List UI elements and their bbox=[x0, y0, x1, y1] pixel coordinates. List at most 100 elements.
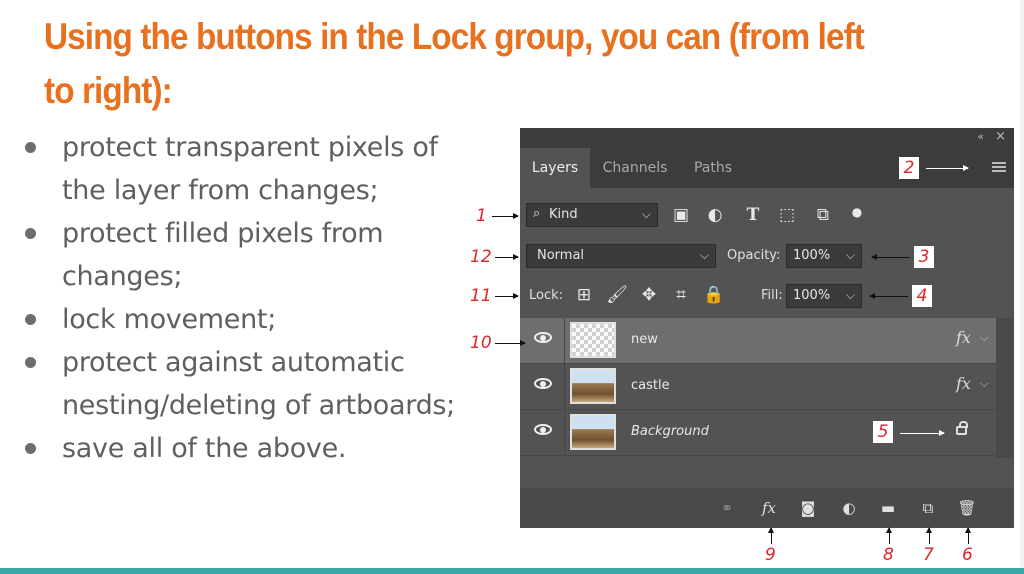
annotation-number: 2 bbox=[899, 157, 919, 179]
blend-mode-select[interactable]: Normal ⌵ bbox=[526, 244, 716, 268]
fx-icon[interactable]: fx bbox=[956, 328, 971, 347]
annotation-number: 7 bbox=[923, 545, 934, 565]
bullet-item: save all of the above. bbox=[18, 427, 458, 470]
lock-all-icon[interactable]: 🔒 bbox=[703, 285, 725, 305]
chevron-down-icon[interactable]: ⌵ bbox=[846, 248, 855, 263]
eye-icon[interactable] bbox=[534, 424, 552, 435]
chevron-down-icon: ⌵ bbox=[699, 248, 709, 262]
annotation-number: 11 bbox=[470, 286, 492, 306]
annotation-number: 12 bbox=[470, 247, 492, 267]
fill-label: Fill: bbox=[761, 288, 783, 303]
layer-thumbnail bbox=[570, 414, 616, 450]
bullet-item: protect filled pixels from changes; bbox=[18, 212, 458, 298]
divider bbox=[564, 318, 565, 363]
divider bbox=[564, 364, 565, 409]
mask-icon[interactable]: ◙ bbox=[797, 498, 819, 518]
annotation-number: 8 bbox=[883, 545, 894, 565]
layer-row-new[interactable]: new fx ⌵ bbox=[520, 318, 996, 364]
annotation-arrow bbox=[900, 430, 945, 436]
fx-icon[interactable]: fx bbox=[758, 498, 780, 518]
slide-title: Using the buttons in the Lock group, you… bbox=[44, 16, 865, 111]
bullet-text: lock movement; bbox=[62, 304, 277, 335]
bullet-dot bbox=[25, 142, 36, 153]
panel-menu-icon[interactable] bbox=[992, 162, 1006, 172]
fx-icon[interactable]: fx bbox=[956, 374, 971, 393]
annotation-arrow bbox=[495, 254, 519, 260]
annotation-arrow bbox=[871, 254, 910, 260]
opacity-field[interactable]: 100% ⌵ bbox=[786, 244, 862, 268]
adjustment-icon[interactable]: ◐ bbox=[838, 498, 860, 518]
lock-image-pixels-icon[interactable]: 🖌 bbox=[606, 285, 628, 305]
layer-name[interactable]: castle bbox=[631, 378, 670, 393]
opacity-label: Opacity: bbox=[727, 248, 781, 263]
trash-icon[interactable]: 🗑 bbox=[956, 498, 978, 518]
bullet-dot bbox=[25, 357, 36, 368]
annotation-arrow bbox=[926, 527, 932, 544]
search-icon: ⌕ bbox=[533, 206, 541, 221]
divider bbox=[564, 410, 565, 455]
annotation-number: 1 bbox=[476, 206, 487, 226]
annotation-arrow bbox=[492, 213, 519, 219]
blend-mode-value: Normal bbox=[537, 248, 585, 263]
filter-kind-select[interactable]: ⌕ Kind ⌵ bbox=[526, 203, 658, 227]
annotation-number: 6 bbox=[962, 545, 973, 565]
scrollbar[interactable] bbox=[996, 318, 1014, 458]
type-filter-icon[interactable]: T bbox=[742, 205, 764, 225]
collapse-icon[interactable]: « bbox=[977, 130, 984, 143]
lock-icon[interactable] bbox=[956, 421, 968, 435]
chevron-down-icon[interactable]: ⌵ bbox=[980, 331, 988, 345]
smart-object-filter-icon[interactable]: ⧉ bbox=[812, 205, 834, 225]
annotation-arrow bbox=[495, 340, 526, 346]
tab-channels[interactable]: Channels bbox=[592, 148, 678, 188]
tab-paths[interactable]: Paths bbox=[680, 148, 746, 188]
bullet-text: protect filled pixels from changes; bbox=[62, 218, 384, 292]
tab-layers[interactable]: Layers bbox=[520, 148, 590, 188]
annotation-number: 10 bbox=[470, 333, 492, 353]
bullet-dot bbox=[25, 443, 36, 454]
bullet-dot bbox=[25, 314, 36, 325]
bullet-text: save all of the above. bbox=[62, 433, 347, 464]
close-icon[interactable]: × bbox=[995, 129, 1006, 144]
annotation-arrow bbox=[965, 527, 971, 544]
bottom-accent-bar bbox=[0, 568, 1024, 574]
lock-position-icon[interactable]: ✥ bbox=[638, 285, 660, 305]
annotation-number: 5 bbox=[873, 421, 893, 443]
panel-bottom-toolbar: ⚭ fx ◙ ◐ ▬ ⧉ 🗑 bbox=[520, 488, 1014, 528]
link-icon[interactable]: ⚭ bbox=[716, 498, 738, 518]
lock-transparent-pixels-icon[interactable]: ⊞ bbox=[573, 285, 595, 305]
chevron-down-icon[interactable]: ⌵ bbox=[846, 288, 855, 303]
adjustment-filter-icon[interactable]: ◐ bbox=[704, 205, 726, 225]
annotation-arrow bbox=[495, 293, 519, 299]
new-layer-icon[interactable]: ⧉ bbox=[917, 498, 939, 518]
bullet-item: protect transparent pixels of the layer … bbox=[18, 126, 458, 212]
slide-edge bbox=[1020, 0, 1024, 574]
folder-icon[interactable]: ▬ bbox=[877, 498, 899, 518]
eye-icon[interactable] bbox=[534, 332, 552, 343]
bullet-dot bbox=[25, 228, 36, 239]
fill-value: 100% bbox=[793, 288, 831, 303]
chevron-down-icon: ⌵ bbox=[641, 207, 651, 221]
bullet-list: protect transparent pixels of the layer … bbox=[18, 126, 458, 470]
eye-icon[interactable] bbox=[534, 378, 552, 389]
annotation-arrow bbox=[869, 293, 908, 299]
layer-thumbnail bbox=[570, 322, 616, 358]
image-filter-icon[interactable]: ▣ bbox=[670, 205, 692, 225]
layer-row-castle[interactable]: castle fx ⌵ bbox=[520, 364, 996, 410]
panel-title-bar: « × bbox=[520, 128, 1014, 148]
bullet-item: protect against automatic nesting/deleti… bbox=[18, 341, 458, 427]
annotation-number: 3 bbox=[914, 246, 934, 268]
annotation-arrow bbox=[926, 165, 969, 171]
shape-filter-icon[interactable]: ⬚ bbox=[776, 205, 798, 225]
bullet-text: protect against automatic nesting/deleti… bbox=[62, 347, 455, 421]
layer-name[interactable]: Background bbox=[631, 424, 709, 439]
filter-toggle-icon[interactable]: ● bbox=[846, 202, 868, 222]
annotation-number: 9 bbox=[765, 545, 776, 565]
lock-label: Lock: bbox=[529, 288, 564, 303]
layer-name[interactable]: new bbox=[631, 332, 658, 347]
chevron-down-icon[interactable]: ⌵ bbox=[980, 377, 988, 391]
bullet-text: protect transparent pixels of the layer … bbox=[62, 132, 438, 206]
annotation-number: 4 bbox=[912, 285, 932, 307]
bullet-item: lock movement; bbox=[18, 298, 458, 341]
lock-artboard-icon[interactable]: ⌗ bbox=[670, 285, 692, 305]
fill-field[interactable]: 100% ⌵ bbox=[786, 284, 862, 308]
